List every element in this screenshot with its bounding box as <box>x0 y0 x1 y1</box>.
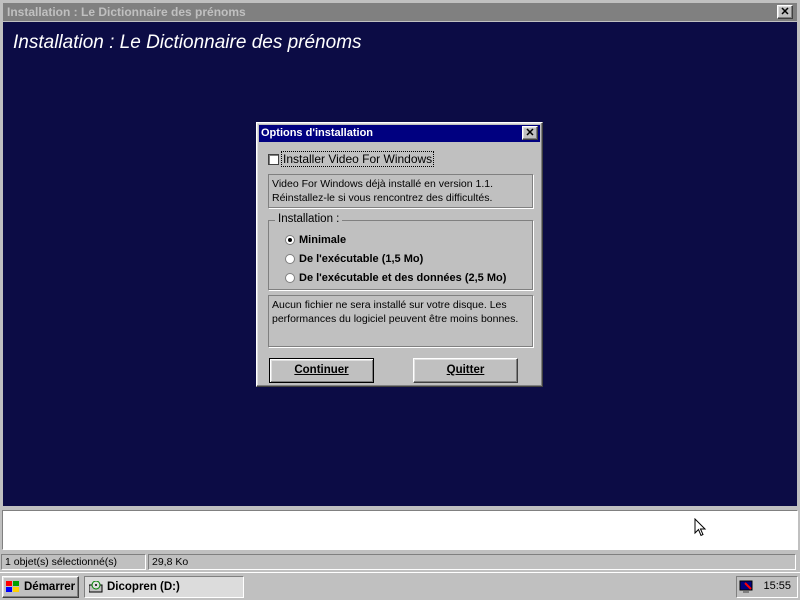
video-for-windows-label[interactable]: Installer Video For Windows <box>280 151 435 167</box>
start-label: Démarrer <box>24 581 76 593</box>
radio-executable-data[interactable] <box>285 273 295 284</box>
video-info-text: Video For Windows déjà installé en versi… <box>268 174 533 208</box>
option-executable-data-label: De l'exécutable et des données (2,5 Mo) <box>299 272 507 284</box>
option-executable[interactable]: De l'exécutable (1,5 Mo) <box>285 253 423 269</box>
start-button[interactable]: Démarrer <box>2 576 79 598</box>
installation-group: Installation : Minimale De l'exécutable … <box>268 213 533 290</box>
continue-button[interactable]: Continuer <box>269 358 374 383</box>
option-description-line: Aucun fichier ne sera installé sur votre… <box>272 299 507 311</box>
status-bar: 1 objet(s) sélectionné(s) 29,8 Ko <box>0 553 800 571</box>
status-size: 29,8 Ko <box>148 554 796 570</box>
taskbar-item-dicopren[interactable]: Dicopren (D:) <box>84 576 244 598</box>
quit-button-label: Quitter <box>446 364 485 376</box>
option-minimal[interactable]: Minimale <box>285 234 346 250</box>
radio-minimal[interactable] <box>285 235 295 246</box>
mouse-pointer-icon <box>694 517 708 543</box>
option-minimal-label: Minimale <box>299 234 347 246</box>
status-selection: 1 objet(s) sélectionné(s) <box>1 554 146 570</box>
explorer-content-panel[interactable] <box>2 510 798 550</box>
video-for-windows-option[interactable]: Installer Video For Windows <box>268 151 435 167</box>
video-for-windows-checkbox[interactable] <box>268 153 279 165</box>
option-executable-data[interactable]: De l'exécutable et des données (2,5 Mo) <box>285 272 506 288</box>
radio-executable[interactable] <box>285 254 295 265</box>
cd-drive-icon <box>89 581 103 593</box>
dialog-title: Options d'installation <box>261 127 374 139</box>
installation-group-label: Installation : <box>275 213 343 225</box>
system-tray: 15:55 <box>736 576 798 598</box>
installer-window: Installation : Le Dictionnaire des préno… <box>0 0 800 508</box>
option-description-line: performances du logiciel peuvent être mo… <box>272 313 519 325</box>
clock[interactable]: 15:55 <box>763 580 791 592</box>
option-description: Aucun fichier ne sera installé sur votre… <box>268 295 533 347</box>
taskbar: Démarrer Dicopren (D:) 15:55 <box>0 572 800 600</box>
quit-button[interactable]: Quitter <box>413 358 518 383</box>
display-settings-icon[interactable] <box>739 580 755 594</box>
dialog-titlebar[interactable]: Options d'installation ✕ <box>259 125 540 142</box>
taskbar-item-label: Dicopren (D:) <box>107 581 180 593</box>
installer-window-title: Installation : Le Dictionnaire des préno… <box>7 5 246 19</box>
close-icon[interactable]: ✕ <box>777 5 793 19</box>
video-info-line: Réinstallez-le si vous rencontrez des di… <box>272 192 493 204</box>
continue-button-label: Continuer <box>294 364 349 376</box>
video-info-line: Video For Windows déjà installé en versi… <box>272 178 494 190</box>
close-icon[interactable]: ✕ <box>522 126 538 140</box>
installer-heading: Installation : Le Dictionnaire des préno… <box>13 32 362 53</box>
option-executable-label: De l'exécutable (1,5 Mo) <box>299 253 424 265</box>
windows-logo-icon <box>6 581 19 592</box>
installer-titlebar[interactable]: Installation : Le Dictionnaire des préno… <box>3 3 797 21</box>
install-options-dialog: Options d'installation ✕ Installer Video… <box>256 122 543 387</box>
